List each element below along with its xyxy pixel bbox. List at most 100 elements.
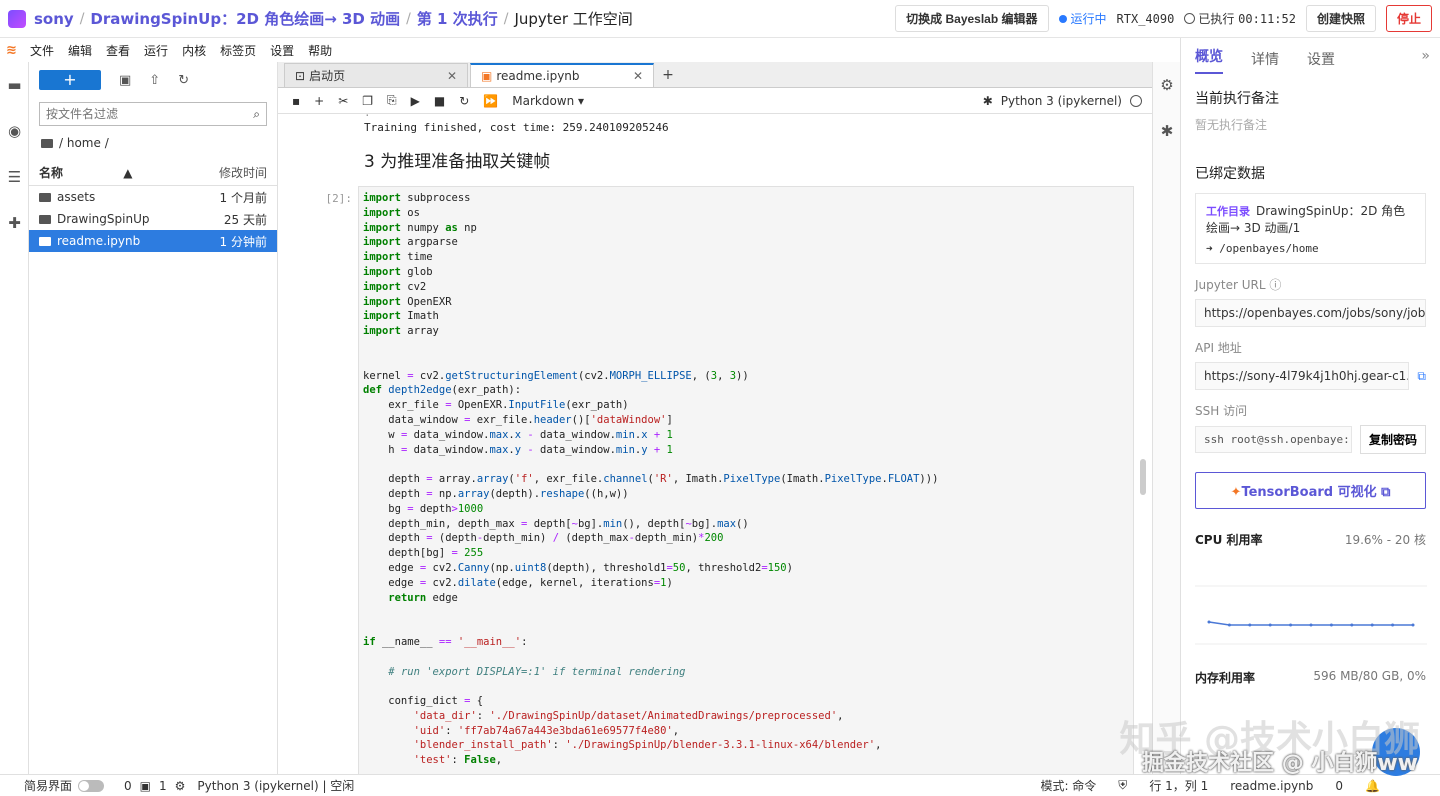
menu-run[interactable]: 运行 (144, 42, 168, 59)
bug-icon[interactable]: ✱ (983, 94, 993, 108)
jupyter-url-field[interactable]: https://openbayes.com/jobs/sony/jobs (1195, 299, 1426, 327)
mode-indicator[interactable]: 模式: 命令 (1040, 777, 1096, 794)
run-icon[interactable]: ▶ (411, 94, 420, 108)
cpu-point (1268, 623, 1272, 627)
menu-kernel[interactable]: 内核 (182, 42, 206, 59)
menu-help[interactable]: 帮助 (308, 42, 332, 59)
top-bar: sony / DrawingSpinUp：2D 角色绘画→ 3D 动画 / 第 … (0, 0, 1440, 38)
code-editor[interactable]: import subprocess import os import numpy… (358, 186, 1134, 774)
info-icon[interactable]: ⓘ (1269, 278, 1281, 292)
table-of-contents-icon[interactable]: ☰ (0, 154, 29, 200)
breadcrumb-project[interactable]: DrawingSpinUp：2D 角色绘画→ 3D 动画 (90, 8, 400, 29)
file-row-readme[interactable]: readme.ipynb 1 分钟前 (29, 230, 277, 252)
copy-password-button[interactable]: 复制密码 (1359, 425, 1426, 454)
cpu-point (1248, 623, 1252, 627)
switch-editor-button[interactable]: 切换成 Bayeslab 编辑器 (895, 5, 1049, 32)
tab-readme[interactable]: ▣ readme.ipynb ✕ (470, 63, 654, 87)
ssh-command-field[interactable]: ssh root@ssh.openbaye: (1195, 426, 1352, 453)
file-row-drawingspinup[interactable]: DrawingSpinUp 25 天前 (29, 208, 277, 230)
property-inspector-icon[interactable]: ⚙ (1153, 62, 1181, 108)
breadcrumb-execution[interactable]: 第 1 次执行 (417, 8, 498, 29)
shield-icon[interactable]: ⛨ (1118, 778, 1127, 793)
file-row-assets[interactable]: assets 1 个月前 (29, 186, 277, 208)
tab-details[interactable]: 详情 (1251, 49, 1279, 69)
menu-settings[interactable]: 设置 (270, 42, 294, 59)
notebook-content[interactable]: · Training finished, cost time: 259.2401… (278, 114, 1152, 774)
save-icon[interactable]: ▪ (292, 94, 300, 108)
kernel-count[interactable]: 1 (159, 779, 167, 793)
debugger-icon[interactable]: ✱ (1153, 108, 1181, 154)
external-link-icon[interactable]: ⧉ (1417, 369, 1426, 384)
terminal-count[interactable]: 0 (124, 779, 132, 793)
paste-icon[interactable]: ⎘ (387, 93, 397, 108)
simple-mode-toggle[interactable] (78, 779, 105, 792)
right-sidebar-rail: ⚙ ✱ (1152, 62, 1180, 774)
tab-info-settings[interactable]: 设置 (1307, 49, 1335, 69)
launcher-icon: ⊡ (295, 68, 306, 83)
new-launcher-button[interactable]: + (39, 70, 101, 90)
file-filter-input[interactable] (46, 107, 254, 121)
column-modified[interactable]: 修改时间 (219, 164, 267, 181)
tab-overview[interactable]: 概览 (1195, 46, 1223, 74)
extensions-icon[interactable]: ✚ (0, 200, 29, 246)
api-url-field[interactable]: https://sony-4l79k4j1h0hj.gear-c1. (1195, 362, 1410, 390)
file-filter[interactable]: ⌕ (39, 102, 267, 126)
kernel-status[interactable]: Python 3 (ipykernel) | 空闲 (197, 777, 354, 794)
cell-type-select[interactable]: Markdown ▾ (512, 94, 584, 108)
restart-icon[interactable]: ↻ (459, 94, 469, 108)
tab-bar: ⊡ 启动页 ✕ ▣ readme.ipynb ✕ + (278, 62, 1152, 88)
cut-icon[interactable]: ✂ (338, 94, 348, 108)
menu-bar: ≋ 文件 编辑 查看 运行 内核 标签页 设置 帮助 (0, 38, 1180, 62)
execution-info-panel: 概览 详情 设置 » 当前执行备注 暂无执行备注 已绑定数据 工作目录 Drawi… (1180, 38, 1440, 774)
jupyter-url-label: Jupyter URL ⓘ (1195, 278, 1282, 292)
insert-cell-icon[interactable]: + (314, 94, 324, 108)
file-list-header: 名称 ▲ 修改时间 (29, 160, 277, 186)
run-all-icon[interactable]: ⏩ (483, 94, 498, 108)
menu-view[interactable]: 查看 (106, 42, 130, 59)
close-icon[interactable]: ✕ (447, 69, 457, 83)
markdown-heading[interactable]: 3 为推理准备抽取关键帧 (278, 147, 1152, 172)
cpu-point (1309, 623, 1313, 627)
breadcrumb-user[interactable]: sony (34, 10, 74, 28)
add-tab-icon[interactable]: + (656, 67, 680, 83)
running-sessions-icon[interactable]: ◉ (0, 108, 29, 154)
code-cell[interactable]: [2]: import subprocess import os import … (278, 186, 1152, 774)
bell-icon[interactable]: 🔔 (1365, 779, 1380, 793)
elapsed-time: 已执行 00:11:52 (1184, 10, 1296, 27)
tensorboard-button[interactable]: ✦TensorBoard 可视化 ⧉ (1195, 472, 1426, 509)
copy-icon[interactable]: ❐ (362, 94, 373, 108)
create-snapshot-button[interactable]: 创建快照 (1305, 5, 1376, 32)
menu-tabs[interactable]: 标签页 (220, 42, 256, 59)
terminal-icon: ▣ (139, 778, 151, 793)
folder-icon[interactable] (41, 139, 53, 148)
note-empty: 暂无执行备注 (1195, 118, 1268, 132)
menu-file[interactable]: 文件 (30, 42, 54, 59)
column-name[interactable]: 名称 ▲ (39, 164, 219, 181)
menu-edit[interactable]: 编辑 (68, 42, 92, 59)
bound-dataset[interactable]: 工作目录 DrawingSpinUp：2D 角色绘画→ 3D 动画/1 ➜ /op… (1195, 193, 1426, 264)
breadcrumb-separator: / (406, 10, 411, 27)
new-folder-icon[interactable]: ▣ (119, 73, 131, 88)
notebook-icon (39, 236, 51, 246)
cpu-usage-chart (1195, 585, 1427, 645)
bound-data-title: 已绑定数据 (1195, 166, 1265, 182)
scrollbar-thumb[interactable] (1140, 459, 1146, 495)
cpu-metric: CPU 利用率 19.6% - 20 核 (1195, 533, 1426, 547)
main-area: ⊡ 启动页 ✕ ▣ readme.ipynb ✕ + ▪ + ✂ ❐ ⎘ ▶ ■… (278, 62, 1152, 774)
openbayes-logo-icon (8, 9, 26, 28)
interrupt-icon[interactable]: ■ (434, 94, 445, 108)
kernel-indicator[interactable]: ✱ Python 3 (ipykernel) (983, 94, 1142, 108)
cursor-position[interactable]: 行 1，列 1 (1149, 777, 1208, 794)
status-dot-icon (1058, 14, 1067, 23)
breadcrumb-separator: / (503, 10, 509, 27)
folder-icon[interactable]: ▬ (0, 62, 29, 108)
cpu-point (1329, 623, 1333, 627)
refresh-icon[interactable]: ↻ (178, 73, 189, 88)
api-label: API 地址 (1195, 341, 1242, 355)
upload-icon[interactable]: ⇧ (149, 73, 160, 88)
tab-launcher[interactable]: ⊡ 启动页 ✕ (284, 63, 468, 87)
collapse-panel-icon[interactable]: » (1421, 48, 1430, 64)
close-icon[interactable]: ✕ (633, 69, 643, 83)
stop-button[interactable]: 停止 (1385, 5, 1432, 32)
arrow-right-icon: ➜ (1206, 242, 1213, 255)
